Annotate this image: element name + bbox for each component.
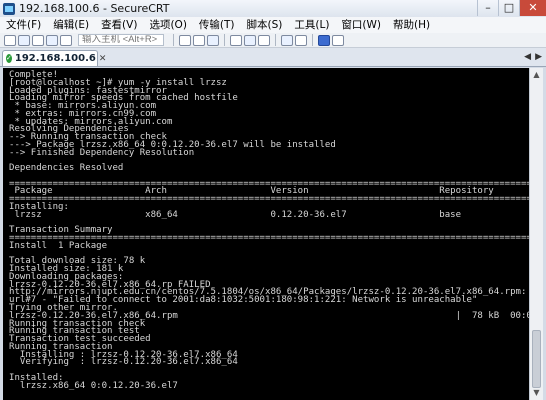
menu-bar: 文件(F) 编辑(E) 查看(V) 选项(O) 传输(T) 脚本(S) 工具(L… bbox=[0, 17, 546, 34]
disconnect-icon[interactable] bbox=[60, 34, 72, 46]
copy-icon[interactable] bbox=[179, 34, 191, 46]
print-icon[interactable] bbox=[230, 34, 242, 46]
session-tab-bar: ✓ 192.168.100.6 ✕ ◀ ▶ bbox=[0, 48, 546, 67]
menu-edit[interactable]: 编辑(E) bbox=[47, 17, 95, 33]
securecrt-app-icon bbox=[3, 2, 15, 15]
session-tab[interactable]: ✓ 192.168.100.6 ✕ bbox=[2, 50, 106, 66]
sftp-icon[interactable] bbox=[258, 34, 270, 46]
scroll-up-icon[interactable]: ▲ bbox=[531, 69, 542, 81]
about-icon[interactable] bbox=[332, 34, 344, 46]
menu-help[interactable]: 帮助(H) bbox=[387, 17, 436, 33]
minimize-button[interactable]: – bbox=[477, 0, 498, 16]
menu-window[interactable]: 窗口(W) bbox=[335, 17, 387, 33]
session-tab-label: 192.168.100.6 bbox=[14, 53, 96, 64]
tab-scroll-right-icon[interactable]: ▶ bbox=[535, 52, 542, 62]
terminal-output[interactable]: Complete! [root@localhost ~]# yum -y inst… bbox=[3, 68, 529, 400]
menu-script[interactable]: 脚本(S) bbox=[241, 17, 289, 33]
quick-connect-icon[interactable] bbox=[18, 34, 30, 46]
menu-view[interactable]: 查看(V) bbox=[95, 17, 143, 33]
tab-scroll-left-icon[interactable]: ◀ bbox=[524, 52, 531, 62]
help-icon[interactable] bbox=[318, 34, 330, 46]
toolbar bbox=[0, 33, 546, 48]
connect-icon[interactable] bbox=[4, 34, 16, 46]
menu-transfer[interactable]: 传输(T) bbox=[193, 17, 241, 33]
terminal-line: Install 1 Package bbox=[9, 240, 108, 251]
window-title: 192.168.100.6 - SecureCRT bbox=[19, 2, 170, 15]
quick-connect-input[interactable] bbox=[78, 34, 164, 46]
close-button[interactable]: ✕ bbox=[519, 0, 546, 16]
toolbar-separator bbox=[275, 34, 276, 46]
paste-icon[interactable] bbox=[193, 34, 205, 46]
terminal-line: Dependencies Resolved bbox=[9, 163, 124, 174]
menu-file[interactable]: 文件(F) bbox=[0, 17, 47, 33]
connect-in-tab-icon[interactable] bbox=[32, 34, 44, 46]
menu-tools[interactable]: 工具(L) bbox=[288, 17, 335, 33]
toolbar-separator bbox=[173, 34, 174, 46]
terminal-text: Complete! [root@localhost ~]# yum -y inst… bbox=[3, 68, 529, 390]
maximize-button[interactable]: □ bbox=[498, 0, 519, 16]
terminal-line: lrzsz x86_64 0.12.20-36.el7 base 78 k bbox=[14, 209, 462, 220]
scroll-thumb[interactable] bbox=[532, 330, 541, 388]
terminal-line: lrzsz.x86_64 0:0.12.20-36.el7 bbox=[9, 380, 178, 391]
menu-options[interactable]: 选项(O) bbox=[143, 17, 192, 33]
scroll-down-icon[interactable]: ▼ bbox=[531, 387, 542, 399]
terminal-line: --> Finished Dependency Resolution bbox=[9, 147, 195, 158]
terminal-line: Verifying : lrzsz-0.12.20-36.el7.x86_64 … bbox=[19, 357, 238, 368]
settings-icon[interactable] bbox=[281, 34, 293, 46]
vertical-scrollbar[interactable]: ▲ ▼ bbox=[529, 68, 543, 400]
session-options-icon[interactable] bbox=[244, 34, 256, 46]
toolbar-separator bbox=[224, 34, 225, 46]
window-controls: – □ ✕ bbox=[477, 0, 546, 17]
tab-navigation: ◀ ▶ bbox=[524, 52, 542, 62]
reconnect-icon[interactable] bbox=[46, 34, 58, 46]
toolbar-separator bbox=[312, 34, 313, 46]
terminal-line: ========================================… bbox=[9, 194, 529, 205]
keymap-icon[interactable] bbox=[295, 34, 307, 46]
connected-status-icon: ✓ bbox=[6, 54, 12, 63]
find-icon[interactable] bbox=[207, 34, 219, 46]
tab-close-icon[interactable]: ✕ bbox=[99, 54, 107, 64]
title-bar: 192.168.100.6 - SecureCRT – □ ✕ bbox=[0, 0, 546, 18]
